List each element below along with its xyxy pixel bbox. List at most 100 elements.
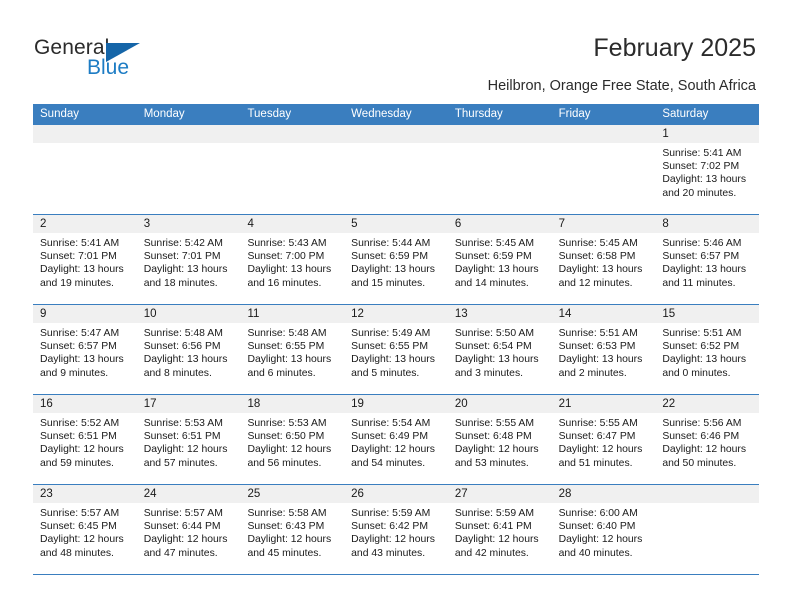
day-number: 11 (247, 308, 260, 320)
page-subtitle: Heilbron, Orange Free State, South Afric… (487, 78, 756, 94)
day-cell[interactable]: 19 Sunrise: 5:54 AM Sunset: 6:49 PM Dayl… (344, 395, 448, 484)
day-number-band: 16 (33, 395, 137, 413)
day-cell[interactable]: 28 Sunrise: 6:00 AM Sunset: 6:40 PM Dayl… (551, 485, 656, 574)
daylight-text-line1: Daylight: 13 hours (351, 264, 435, 276)
sunrise-text: Sunrise: 5:59 AM (454, 508, 535, 519)
daylight-text-line1: Daylight: 12 hours (247, 444, 332, 456)
sunset-text: Sunset: 6:51 PM (143, 431, 221, 443)
day-cell[interactable]: 16 Sunrise: 5:52 AM Sunset: 6:51 PM Dayl… (33, 395, 137, 484)
daylight-text-line1: Daylight: 13 hours (454, 354, 539, 366)
day-cell[interactable]: 6 Sunrise: 5:45 AM Sunset: 6:59 PM Dayli… (447, 215, 552, 304)
day-cell[interactable]: 21 Sunrise: 5:55 AM Sunset: 6:47 PM Dayl… (551, 395, 656, 484)
sunset-text: Sunset: 6:55 PM (351, 341, 428, 353)
day-details: Sunrise: 5:51 AM Sunset: 6:52 PM Dayligh… (655, 323, 759, 380)
daylight-text-line1: Daylight: 13 hours (143, 354, 228, 366)
day-cell[interactable]: 26 Sunrise: 5:59 AM Sunset: 6:42 PM Dayl… (344, 485, 448, 574)
daylight-text-line2: and 50 minutes. (662, 457, 737, 469)
day-number: 26 (351, 488, 364, 500)
sunset-text: Sunset: 6:54 PM (454, 341, 532, 353)
day-details: Sunrise: 5:59 AM Sunset: 6:41 PM Dayligh… (448, 503, 552, 560)
daylight-text-line1: Daylight: 13 hours (662, 264, 747, 276)
sunrise-text: Sunrise: 5:48 AM (143, 328, 223, 339)
day-details (552, 143, 656, 147)
day-number: 1 (662, 128, 669, 140)
daylight-text-line2: and 16 minutes. (247, 277, 322, 289)
day-cell[interactable]: 11 Sunrise: 5:48 AM Sunset: 6:55 PM Dayl… (240, 305, 345, 394)
day-cell[interactable]: 9 Sunrise: 5:47 AM Sunset: 6:57 PM Dayli… (33, 305, 137, 394)
day-cell[interactable]: 27 Sunrise: 5:59 AM Sunset: 6:41 PM Dayl… (447, 485, 552, 574)
day-number: 10 (143, 308, 157, 320)
day-cell[interactable] (655, 485, 760, 574)
day-cell[interactable]: 1 Sunrise: 5:41 AM Sunset: 7:02 PM Dayli… (655, 125, 760, 214)
sunrise-text: Sunrise: 5:50 AM (454, 328, 535, 339)
day-cell[interactable] (344, 125, 448, 214)
day-cell[interactable]: 10 Sunrise: 5:48 AM Sunset: 6:56 PM Dayl… (136, 305, 241, 394)
daylight-text-line2: and 42 minutes. (454, 547, 529, 559)
day-cell[interactable] (551, 125, 656, 214)
day-cell[interactable]: 4 Sunrise: 5:43 AM Sunset: 7:00 PM Dayli… (240, 215, 345, 304)
sunrise-text: Sunrise: 5:43 AM (247, 238, 327, 249)
day-cell[interactable]: 24 Sunrise: 5:57 AM Sunset: 6:44 PM Dayl… (136, 485, 241, 574)
daylight-text-line2: and 19 minutes. (40, 277, 114, 289)
daylight-text-line2: and 51 minutes. (558, 457, 633, 469)
day-cell[interactable]: 18 Sunrise: 5:53 AM Sunset: 6:50 PM Dayl… (240, 395, 345, 484)
daylight-text-line2: and 14 minutes. (454, 277, 529, 289)
sunrise-text: Sunrise: 5:57 AM (143, 508, 223, 519)
day-details: Sunrise: 5:44 AM Sunset: 6:59 PM Dayligh… (344, 233, 448, 290)
day-cell[interactable]: 13 Sunrise: 5:50 AM Sunset: 6:54 PM Dayl… (447, 305, 552, 394)
day-number-band (551, 125, 656, 143)
day-cell[interactable] (33, 125, 137, 214)
day-details: Sunrise: 5:56 AM Sunset: 6:46 PM Dayligh… (655, 413, 759, 470)
sunrise-text: Sunrise: 5:44 AM (351, 238, 431, 249)
daylight-text-line2: and 9 minutes. (40, 367, 109, 379)
day-cell[interactable] (447, 125, 552, 214)
sunrise-text: Sunrise: 5:51 AM (662, 328, 742, 339)
day-details: Sunrise: 5:43 AM Sunset: 7:00 PM Dayligh… (240, 233, 344, 290)
daylight-text-line1: Daylight: 12 hours (351, 534, 435, 546)
daylight-text-line2: and 18 minutes. (143, 277, 218, 289)
day-cell[interactable]: 8 Sunrise: 5:46 AM Sunset: 6:57 PM Dayli… (655, 215, 760, 304)
general-blue-logo[interactable]: General Blue (34, 36, 154, 82)
day-cell[interactable]: 2 Sunrise: 5:41 AM Sunset: 7:01 PM Dayli… (33, 215, 137, 304)
daylight-text-line2: and 5 minutes. (351, 367, 420, 379)
day-cell[interactable] (136, 125, 241, 214)
calendar-page: General Blue February 2025 Heilbron, Ora… (0, 0, 792, 612)
day-cell[interactable]: 5 Sunrise: 5:44 AM Sunset: 6:59 PM Dayli… (344, 215, 448, 304)
daylight-text-line1: Daylight: 13 hours (351, 354, 435, 366)
sunset-text: Sunset: 6:41 PM (454, 521, 532, 533)
day-number: 27 (454, 488, 468, 500)
day-cell[interactable]: 14 Sunrise: 5:51 AM Sunset: 6:53 PM Dayl… (551, 305, 656, 394)
day-cell[interactable]: 7 Sunrise: 5:45 AM Sunset: 6:58 PM Dayli… (551, 215, 656, 304)
sunrise-text: Sunrise: 5:48 AM (247, 328, 327, 339)
day-details: Sunrise: 5:46 AM Sunset: 6:57 PM Dayligh… (655, 233, 759, 290)
daylight-text-line2: and 6 minutes. (247, 367, 316, 379)
day-details (655, 503, 759, 507)
day-cell[interactable]: 22 Sunrise: 5:56 AM Sunset: 6:46 PM Dayl… (655, 395, 760, 484)
daylight-text-line1: Daylight: 12 hours (143, 444, 228, 456)
day-number-band: 11 (240, 305, 345, 323)
day-number: 14 (558, 308, 572, 320)
daylight-text-line2: and 11 minutes. (662, 277, 736, 289)
logo-text-blue: Blue (87, 56, 130, 79)
day-details: Sunrise: 5:53 AM Sunset: 6:51 PM Dayligh… (137, 413, 241, 470)
day-number: 19 (351, 398, 364, 410)
day-cell[interactable]: 25 Sunrise: 5:58 AM Sunset: 6:43 PM Dayl… (240, 485, 345, 574)
day-number: 7 (558, 218, 565, 230)
day-number-band (240, 125, 345, 143)
sunrise-text: Sunrise: 5:53 AM (247, 418, 327, 429)
sunset-text: Sunset: 7:01 PM (143, 251, 221, 263)
day-number: 20 (454, 398, 468, 410)
day-number-band: 4 (240, 215, 345, 233)
day-cell[interactable]: 15 Sunrise: 5:51 AM Sunset: 6:52 PM Dayl… (655, 305, 760, 394)
day-number: 17 (143, 398, 157, 410)
daylight-text-line2: and 48 minutes. (40, 547, 114, 559)
day-cell[interactable]: 3 Sunrise: 5:42 AM Sunset: 7:01 PM Dayli… (136, 215, 241, 304)
day-cell[interactable]: 12 Sunrise: 5:49 AM Sunset: 6:55 PM Dayl… (344, 305, 448, 394)
day-cell[interactable]: 23 Sunrise: 5:57 AM Sunset: 6:45 PM Dayl… (33, 485, 137, 574)
sunset-text: Sunset: 6:48 PM (454, 431, 532, 443)
day-cell[interactable]: 17 Sunrise: 5:53 AM Sunset: 6:51 PM Dayl… (136, 395, 241, 484)
day-cell[interactable]: 20 Sunrise: 5:55 AM Sunset: 6:48 PM Dayl… (447, 395, 552, 484)
day-details: Sunrise: 5:52 AM Sunset: 6:51 PM Dayligh… (33, 413, 137, 470)
day-cell[interactable] (240, 125, 345, 214)
day-number: 3 (143, 218, 151, 230)
